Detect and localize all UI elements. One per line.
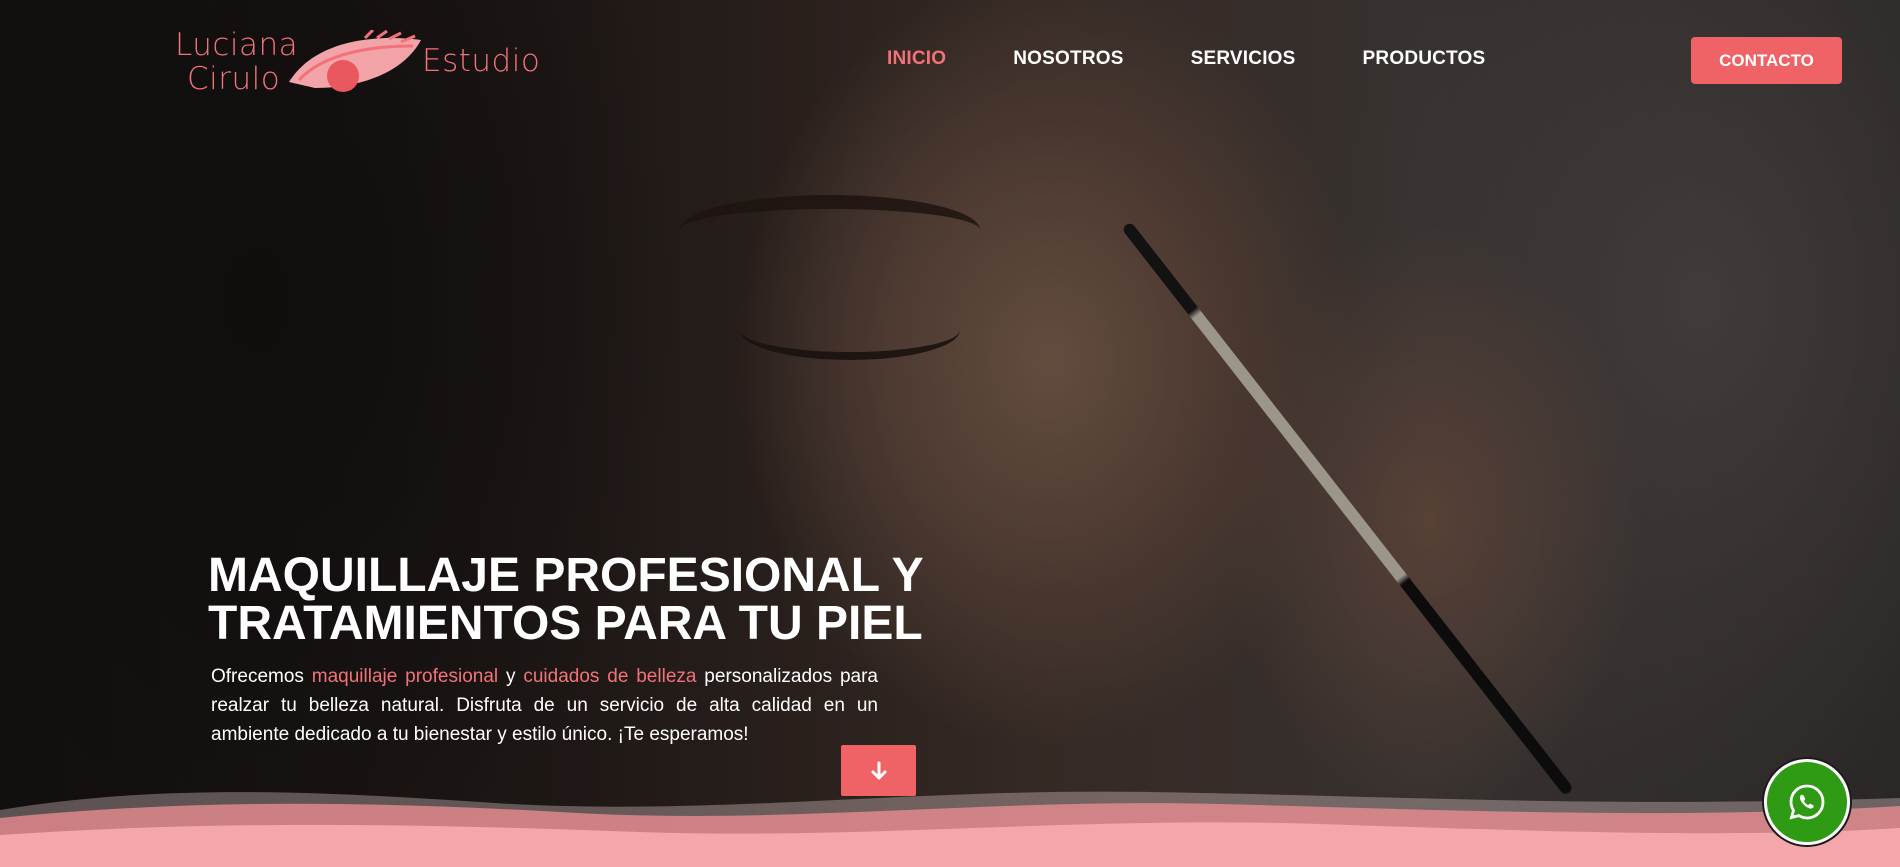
decorative-waves bbox=[0, 791, 1900, 867]
whatsapp-icon bbox=[1789, 784, 1825, 820]
whatsapp-button[interactable] bbox=[1764, 759, 1850, 845]
hero-text-part: Ofrecemos bbox=[211, 666, 312, 687]
main-nav: INICIO NOSOTROS SERVICIOS PRODUCTOS bbox=[887, 48, 1552, 70]
hero-text-part: y bbox=[498, 666, 524, 687]
hero-description: Ofrecemos maquillaje profesional y cuida… bbox=[211, 662, 878, 749]
hero-highlight-cuidados: cuidados de belleza bbox=[523, 666, 697, 687]
arrow-down-icon bbox=[871, 761, 886, 779]
logo-text-line3: Estudio bbox=[422, 43, 541, 79]
logo-text-line1: Luciana bbox=[175, 27, 299, 63]
nav-item-nosotros[interactable]: NOSOTROS bbox=[1013, 48, 1123, 70]
hero-highlight-maquillaje: maquillaje profesional bbox=[311, 666, 499, 687]
logo-text-line2: Cirulo bbox=[187, 61, 281, 97]
nav-item-productos[interactable]: PRODUCTOS bbox=[1363, 48, 1486, 70]
nav-item-inicio[interactable]: INICIO bbox=[887, 48, 946, 70]
hero-title: MAQUILLAJE PROFESIONAL Y TRATAMIENTOS PA… bbox=[208, 549, 923, 650]
eye-logo-icon bbox=[289, 30, 421, 92]
brand-logo[interactable]: Luciana Cirulo Estudio bbox=[175, 26, 540, 97]
contact-button[interactable]: CONTACTO bbox=[1691, 37, 1842, 84]
nav-item-servicios[interactable]: SERVICIOS bbox=[1191, 48, 1296, 70]
